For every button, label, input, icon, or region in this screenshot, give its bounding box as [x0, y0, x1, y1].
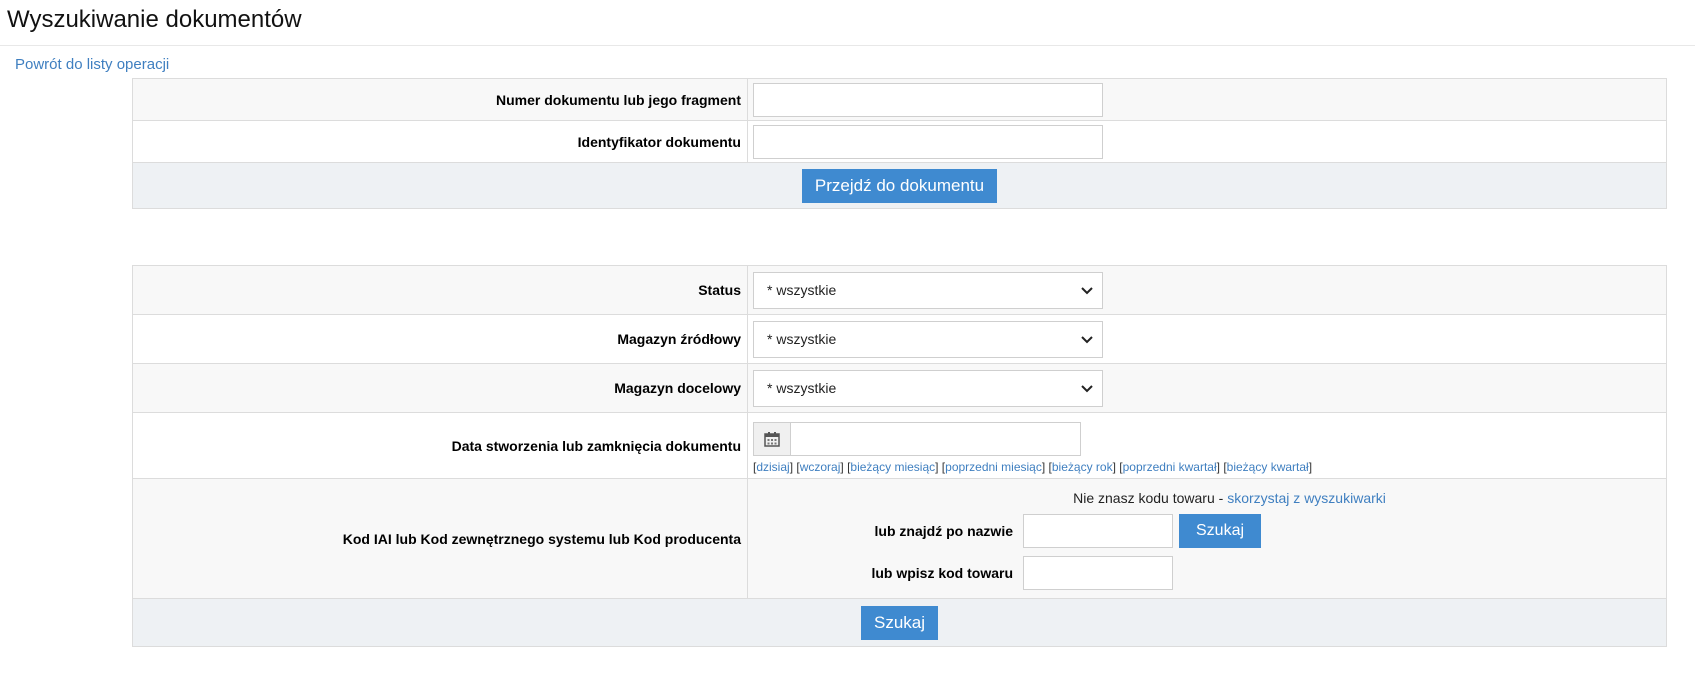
status-label: Status: [132, 265, 748, 315]
quick-link-current-month[interactable]: bieżący miesiąc: [850, 460, 935, 474]
product-search-area: Nie znasz kodu towaru - skorzystaj z wys…: [753, 480, 1666, 598]
filters-table: Status * wszystkie Magazyn źródłowy * ws…: [132, 265, 1667, 647]
search-actions-row: Szukaj: [132, 598, 1667, 647]
status-row: Status * wszystkie: [132, 265, 1667, 315]
product-code-line: lub wpisz kod towaru: [753, 555, 1666, 590]
document-number-row: Numer dokumentu lub jego fragment: [132, 78, 1667, 121]
product-code-row: Kod IAI lub Kod zewnętrznego systemu lub…: [132, 478, 1667, 599]
find-by-name-input[interactable]: [1023, 513, 1173, 548]
document-lookup-table: Numer dokumentu lub jego fragment Identy…: [132, 78, 1667, 209]
quick-link-yesterday[interactable]: wczoraj: [800, 460, 841, 474]
document-id-input[interactable]: [753, 124, 1103, 159]
date-label: Data stworzenia lub zamknięcia dokumentu: [132, 412, 748, 479]
date-quick-links: [dzisiaj] [wczoraj] [bieżący miesiąc] [p…: [753, 459, 1313, 474]
date-picker: [753, 421, 1666, 456]
document-id-row: Identyfikator dokumentu: [132, 120, 1667, 163]
document-actions-row: Przejdź do dokumentu: [132, 162, 1667, 209]
document-id-label: Identyfikator dokumentu: [132, 120, 748, 163]
target-warehouse-select-value: * wszystkie: [767, 380, 837, 396]
quick-link-current-year[interactable]: bieżący rok: [1052, 460, 1113, 474]
find-by-name-line: lub znajdź po nazwie Szukaj: [753, 513, 1666, 548]
product-code-input-label: lub wpisz kod towaru: [871, 564, 1013, 581]
quick-link-previous-month[interactable]: poprzedni miesiąc: [945, 460, 1042, 474]
date-row: Data stworzenia lub zamknięcia dokumentu: [132, 412, 1667, 479]
find-by-name-label: lub znajdź po nazwie: [874, 522, 1013, 539]
chevron-down-icon: [1081, 336, 1093, 344]
go-to-document-button[interactable]: Przejdź do dokumentu: [801, 168, 998, 203]
chevron-down-icon: [1081, 287, 1093, 295]
find-by-name-button[interactable]: Szukaj: [1179, 513, 1262, 548]
quick-link-today[interactable]: dzisiaj: [756, 460, 789, 474]
product-code-label: Kod IAI lub Kod zewnętrznego systemu lub…: [132, 478, 748, 599]
product-code-input[interactable]: [1023, 555, 1173, 590]
document-number-input[interactable]: [753, 82, 1103, 117]
source-warehouse-row: Magazyn źródłowy * wszystkie: [132, 314, 1667, 364]
search-button[interactable]: Szukaj: [860, 605, 939, 640]
chevron-down-icon: [1081, 385, 1093, 393]
date-input[interactable]: [791, 421, 1081, 456]
status-select-value: * wszystkie: [767, 282, 837, 298]
calendar-icon: [764, 431, 780, 447]
product-hint-text: Nie znasz kodu towaru -: [1073, 489, 1228, 506]
product-search-link[interactable]: skorzystaj z wyszukiwarki: [1227, 490, 1386, 506]
date-picker-button[interactable]: [753, 421, 791, 456]
source-warehouse-label: Magazyn źródłowy: [132, 314, 748, 364]
page-header: Wyszukiwanie dokumentów: [0, 0, 1695, 46]
page-title: Wyszukiwanie dokumentów: [7, 6, 302, 33]
target-warehouse-row: Magazyn docelowy * wszystkie: [132, 363, 1667, 413]
target-warehouse-select[interactable]: * wszystkie: [753, 369, 1103, 407]
source-warehouse-select[interactable]: * wszystkie: [753, 320, 1103, 358]
quick-link-current-quarter[interactable]: bieżący kwartał: [1227, 460, 1309, 474]
quick-link-previous-quarter[interactable]: poprzedni kwartał: [1123, 460, 1217, 474]
source-warehouse-select-value: * wszystkie: [767, 331, 837, 347]
target-warehouse-label: Magazyn docelowy: [132, 363, 748, 413]
product-hint: Nie znasz kodu towaru - skorzystaj z wys…: [753, 490, 1666, 506]
document-number-label: Numer dokumentu lub jego fragment: [132, 78, 748, 121]
status-select[interactable]: * wszystkie: [753, 271, 1103, 309]
back-to-operations-link[interactable]: Powrót do listy operacji: [15, 56, 169, 73]
